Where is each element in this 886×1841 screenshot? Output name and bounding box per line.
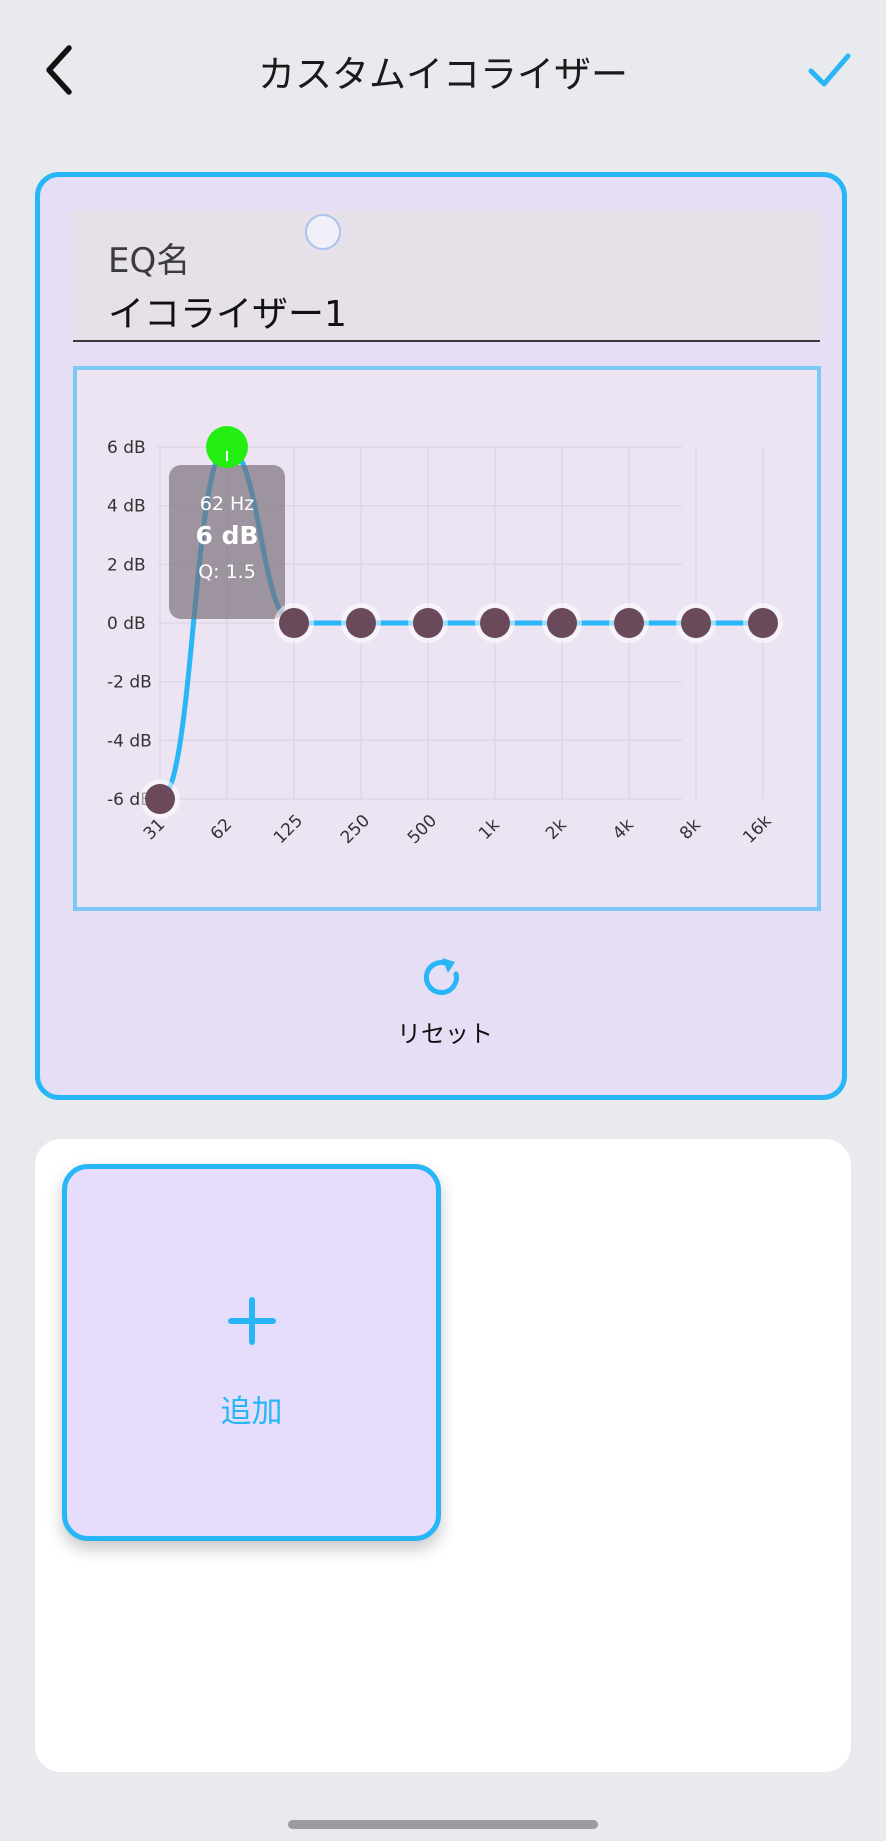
tooltip-q: Q: 1.5 [198, 561, 256, 583]
header-bar: カスタムイコライザー [0, 0, 886, 140]
x-tick-label: 8k [676, 815, 705, 844]
x-tick-label: 16k [739, 811, 776, 848]
refresh-icon [423, 958, 459, 995]
eq-point[interactable] [614, 608, 644, 638]
preset-panel: 追加 [35, 1139, 851, 1772]
x-tick-label: 250 [337, 811, 374, 848]
x-tick-label: 31 [140, 815, 169, 844]
eq-point[interactable] [413, 608, 443, 638]
eq-chart[interactable]: 6 dB 4 dB 2 dB 0 dB -2 dB -4 dB -6 dB 31 62 125 25… [73, 366, 821, 911]
x-tick-label: 1k [475, 815, 504, 844]
eq-point[interactable] [748, 608, 778, 638]
y-tick-label: -4 dB [107, 731, 152, 751]
y-tick-label: 2 dB [107, 555, 146, 575]
y-tick-label: -2 dB [107, 673, 152, 693]
checkmark-icon [808, 53, 851, 87]
y-tick-label: 6 dB [107, 438, 146, 458]
x-tick-label: 2k [542, 815, 571, 844]
x-tick-label: 500 [404, 811, 441, 848]
eq-point[interactable] [346, 608, 376, 638]
home-indicator[interactable] [288, 1820, 598, 1829]
eq-point[interactable] [480, 608, 510, 638]
add-preset-label: 追加 [220, 1394, 283, 1430]
reset-label: リセット [397, 1020, 493, 1048]
eq-point-selected[interactable] [206, 426, 248, 468]
plus-icon [228, 1297, 276, 1345]
eq-point[interactable] [547, 608, 577, 638]
drag-handle-dot[interactable] [305, 214, 341, 250]
y-tick-label: 4 dB [107, 497, 146, 517]
tooltip-gain: 6 dB [195, 521, 258, 550]
eq-name-label: EQ名 [108, 241, 191, 281]
add-preset-button[interactable]: 追加 [62, 1164, 441, 1541]
x-tick-label: 62 [207, 815, 236, 844]
reset-button[interactable]: リセット [380, 952, 510, 1082]
x-tick-label: 125 [270, 811, 307, 848]
page-title: カスタムイコライザー [258, 53, 628, 96]
eq-name-field[interactable]: EQ名 イコライザー1 [73, 211, 820, 342]
eq-point[interactable] [681, 608, 711, 638]
eq-point[interactable] [145, 784, 175, 814]
y-tick-label: 0 dB [107, 614, 146, 634]
equalizer-card: EQ名 イコライザー1 6 dB 4 dB 2 dB 0 dB -2 dB -4 dB -6… [35, 172, 847, 1100]
tooltip-freq: 62 Hz [200, 493, 255, 515]
eq-point[interactable] [279, 608, 309, 638]
eq-name-input[interactable]: イコライザー1 [108, 285, 347, 337]
confirm-button[interactable] [800, 42, 860, 98]
x-tick-label: 4k [609, 815, 638, 844]
eq-chart-svg[interactable]: 6 dB4 dB2 dB0 dB-2 dB-4 dB-6 dB31 62 125 25… [77, 370, 817, 907]
